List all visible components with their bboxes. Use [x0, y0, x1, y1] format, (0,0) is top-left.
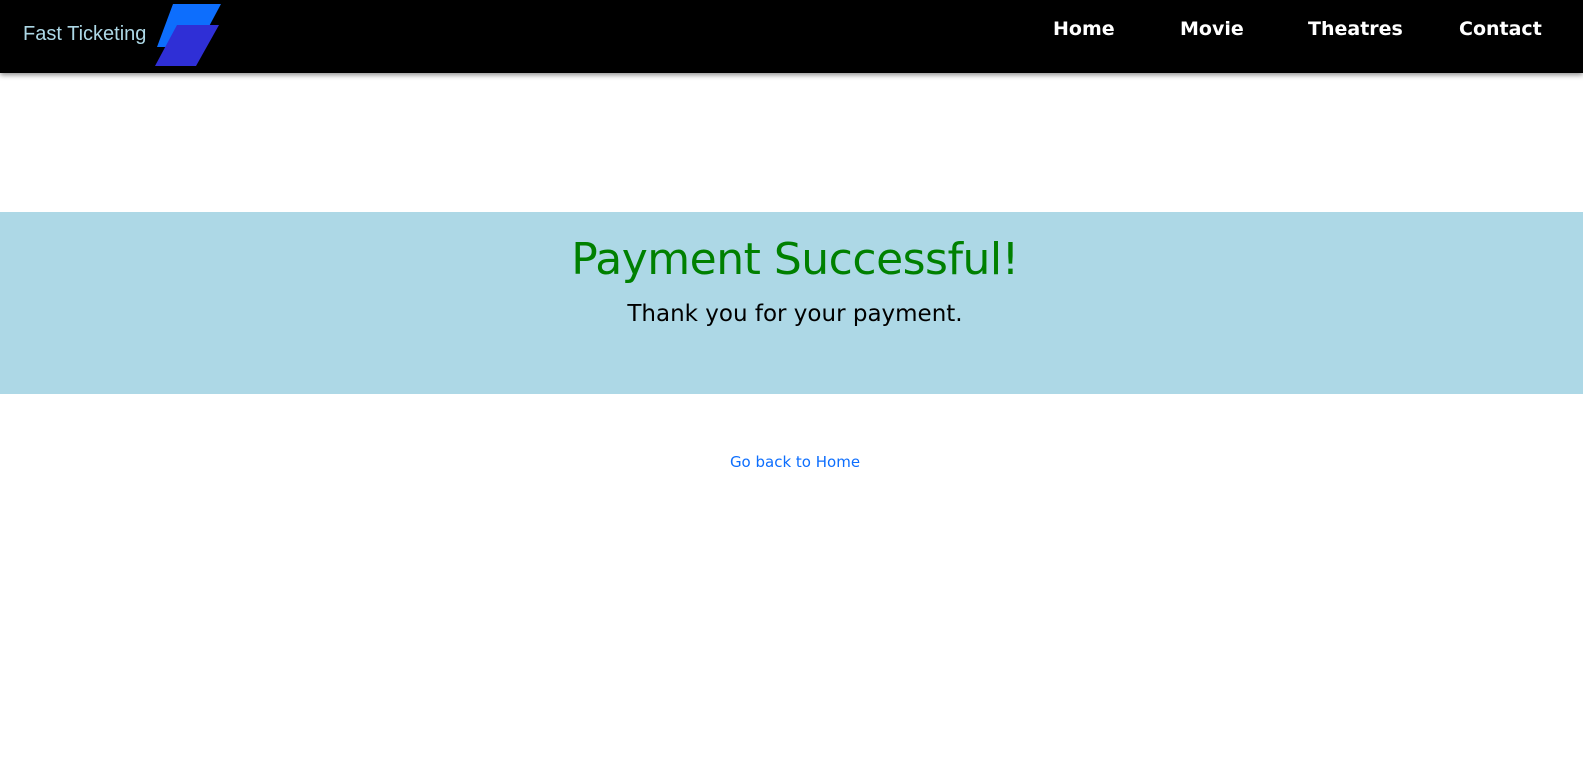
nav-movie[interactable]: Movie — [1180, 18, 1244, 40]
brand-name: Fast Ticketing — [23, 23, 147, 45]
payment-success-banner: Payment Successful! Thank you for your p… — [0, 212, 1583, 394]
nav-theatres[interactable]: Theatres — [1308, 18, 1403, 40]
nav-contact[interactable]: Contact — [1459, 18, 1542, 40]
parallelogram-logo-icon — [155, 4, 221, 66]
success-title: Payment Successful! — [571, 234, 1019, 285]
success-message: Thank you for your payment. — [627, 301, 963, 327]
top-navbar: Fast Ticketing Home Movie Theatres Conta… — [0, 0, 1583, 73]
nav-home[interactable]: Home — [1053, 18, 1115, 40]
home-link-container: Go back to Home — [0, 453, 1583, 471]
brand-link[interactable]: Fast Ticketing — [23, 0, 146, 73]
go-back-home-link[interactable]: Go back to Home — [730, 453, 860, 471]
